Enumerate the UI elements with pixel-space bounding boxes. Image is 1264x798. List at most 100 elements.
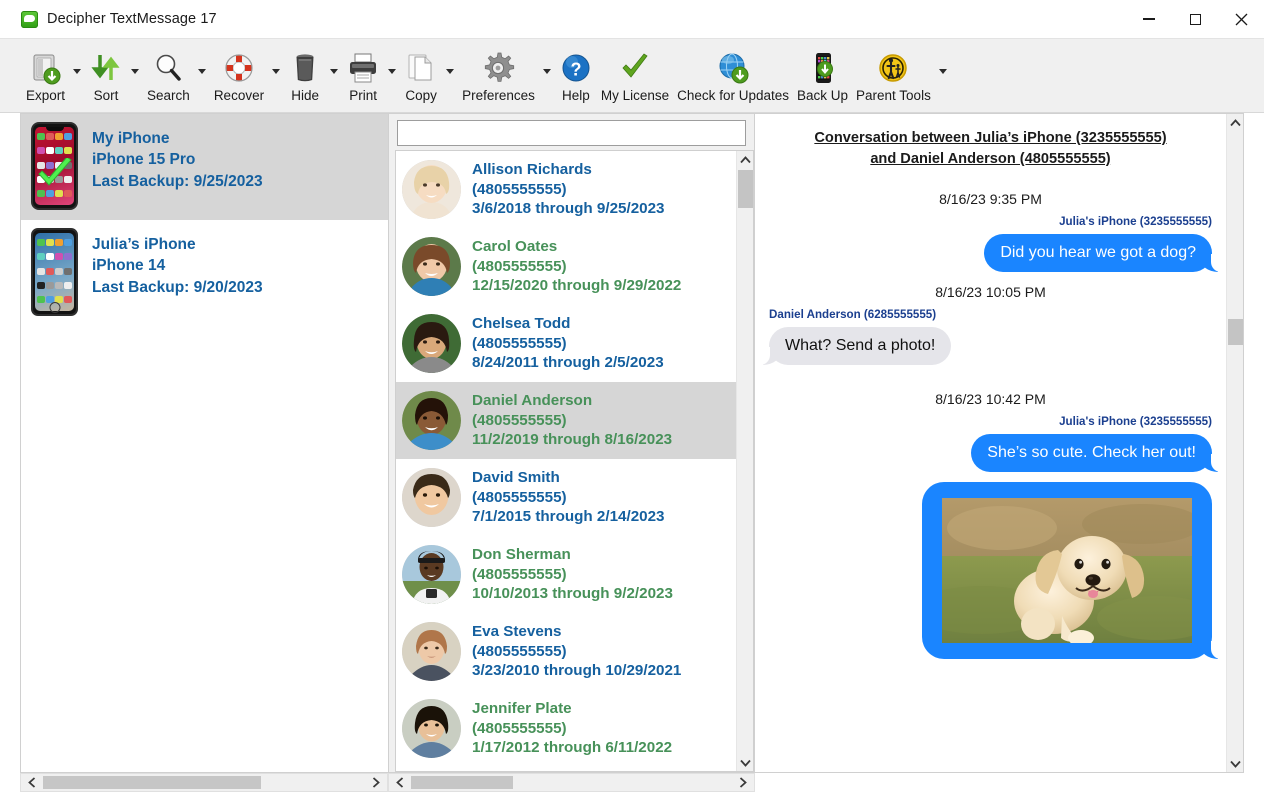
contact-phone: (4805555555) (472, 488, 567, 506)
contact-name: Daniel Anderson (472, 391, 593, 409)
search-dropdown-caret[interactable] (194, 51, 210, 91)
message-bubble-incoming[interactable]: What? Send a photo! (759, 327, 952, 366)
main-toolbar: Export Sort Search Recover Hide Print Co… (0, 38, 1264, 113)
contact-name: Allison Richards (472, 160, 592, 178)
message-timestamp: 8/16/23 10:42 PM (935, 391, 1046, 408)
conversation-title: Conversation between Julia’s iPhone (323… (769, 124, 1212, 179)
device-list-panel: My iPhone iPhone 15 Pro Last Backup: 9/2… (20, 113, 388, 773)
contact-hscroll-thumb[interactable] (411, 776, 513, 789)
device-item-julias-iphone[interactable]: Julia’s iPhone iPhone 14 Last Backup: 9/… (21, 220, 388, 326)
export-dropdown-caret[interactable] (69, 51, 85, 91)
golden-retriever-puppy-photo[interactable] (942, 498, 1192, 644)
device-item-my-iphone[interactable]: My iPhone iPhone 15 Pro Last Backup: 9/2… (21, 114, 388, 220)
scroll-right-arrow-icon[interactable] (732, 777, 754, 788)
contact-panel-hscroll-wrap (388, 773, 755, 798)
message-bubble-attachment[interactable] (922, 482, 1221, 660)
my-license-button[interactable]: My License (597, 45, 673, 103)
contact-row-chelsea-todd[interactable]: Chelsea Todd (4805555555) 8/24/2011 thro… (396, 305, 736, 382)
recover-button[interactable]: Recover (210, 45, 268, 103)
conversation-scroll-thumb[interactable] (1228, 319, 1243, 345)
search-input[interactable] (397, 120, 746, 146)
back-up-button[interactable]: Back Up (793, 45, 852, 103)
maximize-button[interactable] (1172, 0, 1218, 38)
avatar (402, 468, 461, 527)
contact-scroll-thumb[interactable] (738, 170, 753, 208)
hscroll-track[interactable] (411, 776, 732, 789)
contact-name: Carol Oates (472, 237, 558, 255)
avatar (402, 622, 461, 681)
contact-row-allison-richards[interactable]: Allison Richards (4805555555) 3/6/2018 t… (396, 151, 736, 228)
print-dropdown-caret[interactable] (384, 51, 400, 91)
contact-date-range: 7/1/2015 through 2/14/2023 (472, 508, 665, 526)
close-button[interactable] (1218, 0, 1264, 38)
device-info: My iPhone iPhone 15 Pro Last Backup: 9/2… (92, 122, 263, 192)
parent-tools-button[interactable]: Parent Tools (852, 45, 935, 103)
help-button[interactable]: ? Help (555, 45, 597, 103)
hscroll-track[interactable] (43, 776, 365, 789)
avatar (402, 237, 461, 296)
recover-label: Recover (213, 88, 265, 103)
parent-tools-dropdown-caret[interactable] (935, 51, 951, 91)
contact-info: David Smith (4805555555) 7/1/2015 throug… (472, 468, 664, 528)
device-hscroll-thumb[interactable] (43, 776, 261, 789)
copy-dropdown-caret[interactable] (442, 51, 458, 91)
message-bubble-outgoing[interactable]: Did you hear we got a dog? (984, 234, 1221, 273)
contact-phone: (4805555555) (472, 565, 567, 583)
hide-dropdown-caret[interactable] (326, 51, 342, 91)
sort-dropdown-caret[interactable] (127, 51, 143, 91)
scroll-up-arrow-icon[interactable] (1227, 114, 1243, 131)
device-panel-hscroll-wrap (20, 773, 388, 798)
contact-row-jennifer-plate[interactable]: Jennifer Plate (4805555555) 1/17/2012 th… (396, 690, 736, 767)
lifesaver-icon (222, 45, 256, 85)
scroll-left-arrow-icon[interactable] (21, 777, 43, 788)
search-button[interactable]: Search (143, 45, 194, 103)
preferences-label: Preferences (462, 88, 535, 103)
printer-icon (346, 45, 380, 85)
avatar (402, 545, 461, 604)
hide-button[interactable]: Hide (284, 45, 326, 103)
preferences-dropdown-caret[interactable] (539, 51, 555, 91)
recover-dropdown-caret[interactable] (268, 51, 284, 91)
trash-can-icon (288, 45, 322, 85)
minimize-button[interactable] (1126, 0, 1172, 38)
contact-list: Allison Richards (4805555555) 3/6/2018 t… (396, 151, 736, 771)
contact-list-hscrollbar[interactable] (388, 773, 755, 792)
scroll-down-arrow-icon[interactable] (737, 754, 753, 771)
window-title: Decipher TextMessage 17 (47, 11, 217, 27)
contact-row-david-smith[interactable]: David Smith (4805555555) 7/1/2015 throug… (396, 459, 736, 536)
contact-row-eva-stevens[interactable]: Eva Stevens (4805555555) 3/23/2010 throu… (396, 613, 736, 690)
scroll-up-arrow-icon[interactable] (737, 151, 753, 168)
copy-button[interactable]: Copy (400, 45, 442, 103)
contact-row-don-sherman[interactable]: Don Sherman (4805555555) 10/10/2013 thro… (396, 536, 736, 613)
message-sender: Julia's iPhone (3235555555) (1059, 215, 1212, 229)
scroll-right-arrow-icon[interactable] (365, 777, 387, 788)
globe-download-icon (716, 45, 750, 85)
scroll-down-arrow-icon[interactable] (1227, 755, 1243, 772)
check-for-updates-label: Check for Updates (677, 88, 789, 103)
window-controls (1126, 0, 1264, 38)
scroll-left-arrow-icon[interactable] (389, 777, 411, 788)
preferences-button[interactable]: Preferences (458, 45, 539, 103)
contact-row-daniel-anderson[interactable]: Daniel Anderson (4805555555) 11/2/2019 t… (396, 382, 736, 459)
message-bubble-outgoing[interactable]: She’s so cute. Check her out! (971, 434, 1221, 473)
message-text: What? Send a photo! (785, 337, 936, 355)
sort-button[interactable]: Sort (85, 45, 127, 103)
conversation-scrollbar[interactable] (1226, 114, 1243, 772)
message-sender: Daniel Anderson (6285555555) (769, 308, 937, 322)
message-timestamp: 8/16/23 10:05 PM (935, 284, 1046, 301)
contact-info: Chelsea Todd (4805555555) 8/24/2011 thro… (472, 314, 664, 374)
magnifier-icon (151, 45, 185, 85)
help-label: Help (562, 88, 590, 103)
device-name: Julia’s iPhone (92, 236, 196, 253)
sort-arrows-icon (89, 45, 123, 85)
contact-phone: (4805555555) (472, 719, 567, 737)
device-list-hscrollbar[interactable] (20, 773, 388, 792)
check-for-updates-button[interactable]: Check for Updates (673, 45, 793, 103)
contact-list-scrollbar[interactable] (736, 151, 753, 771)
export-button[interactable]: Export (22, 45, 69, 103)
contact-row-carol-oates[interactable]: Carol Oates (4805555555) 12/15/2020 thro… (396, 228, 736, 305)
avatar (402, 699, 461, 758)
message-text: She’s so cute. Check her out! (987, 444, 1196, 462)
print-button[interactable]: Print (342, 45, 384, 103)
conversation-panel: Conversation between Julia’s iPhone (323… (755, 113, 1244, 773)
